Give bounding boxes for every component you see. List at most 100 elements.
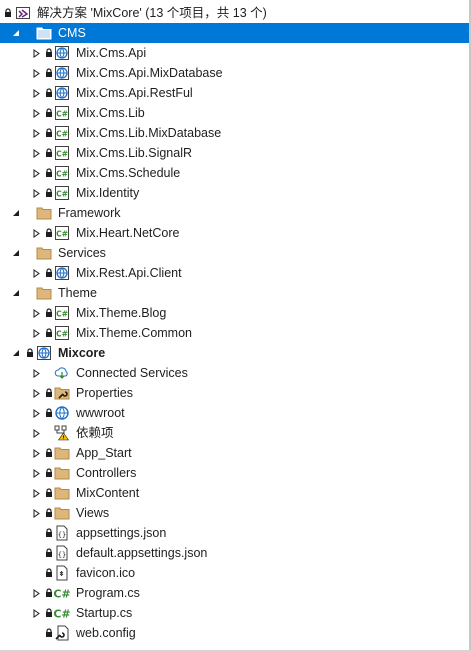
item-label: wwwroot bbox=[76, 406, 125, 420]
project-item[interactable]: C# Startup.cs bbox=[0, 603, 469, 623]
csharp-project-icon: C# bbox=[54, 223, 70, 243]
svg-text:C#: C# bbox=[56, 330, 68, 339]
project-node[interactable]: C# Mix.Cms.Schedule bbox=[0, 163, 469, 183]
folder-node-cms[interactable]: CMS bbox=[0, 23, 469, 43]
item-label: Connected Services bbox=[76, 366, 188, 380]
expand-arrow-icon[interactable] bbox=[30, 163, 42, 183]
lock-icon bbox=[45, 403, 53, 423]
project-label: Mixcore bbox=[58, 346, 106, 360]
project-node[interactable]: C# Mix.Cms.Lib.MixDatabase bbox=[0, 123, 469, 143]
json-file-icon: {} bbox=[54, 543, 70, 563]
lock-icon bbox=[4, 3, 12, 23]
item-label: Startup.cs bbox=[76, 606, 133, 620]
project-item[interactable]: wwwroot bbox=[0, 403, 469, 423]
folder-node-framework[interactable]: Framework bbox=[0, 203, 469, 223]
project-node[interactable]: C# Mix.Theme.Common bbox=[0, 323, 469, 343]
expand-arrow-icon[interactable] bbox=[30, 103, 42, 123]
expand-arrow-icon[interactable] bbox=[30, 323, 42, 343]
project-item[interactable]: Properties bbox=[0, 383, 469, 403]
expand-arrow-icon[interactable] bbox=[30, 383, 42, 403]
project-node[interactable]: Mix.Cms.Api.RestFul bbox=[0, 83, 469, 103]
project-item[interactable]: Views bbox=[0, 503, 469, 523]
project-node[interactable]: C# Mix.Heart.NetCore bbox=[0, 223, 469, 243]
expand-arrow-icon[interactable] bbox=[30, 183, 42, 203]
expand-arrow-icon[interactable] bbox=[30, 423, 42, 443]
web-project-icon bbox=[54, 83, 70, 103]
item-label: appsettings.json bbox=[76, 526, 167, 540]
project-node[interactable]: Mix.Rest.Api.Client bbox=[0, 263, 469, 283]
expand-arrow-icon[interactable] bbox=[30, 83, 42, 103]
project-node-mixcore[interactable]: Mixcore bbox=[0, 343, 469, 363]
solution-label: 解决方案 'MixCore' (13 个项目，共 13 个) bbox=[37, 6, 267, 20]
project-item[interactable]: favicon.ico bbox=[0, 563, 469, 583]
project-item[interactable]: App_Start bbox=[0, 443, 469, 463]
expand-arrow-icon[interactable] bbox=[30, 503, 42, 523]
project-node[interactable]: C# Mix.Cms.Lib bbox=[0, 103, 469, 123]
web-project-icon bbox=[36, 343, 52, 363]
expand-arrow-icon[interactable] bbox=[30, 43, 42, 63]
lock-icon bbox=[45, 443, 53, 463]
expand-arrow-icon[interactable] bbox=[30, 63, 42, 83]
lock-icon bbox=[45, 603, 53, 623]
project-node[interactable]: C# Mix.Cms.Lib.SignalR bbox=[0, 143, 469, 163]
expand-arrow-icon[interactable] bbox=[30, 483, 42, 503]
expand-arrow-icon[interactable] bbox=[30, 263, 42, 283]
expand-arrow-icon[interactable] bbox=[30, 303, 42, 323]
svg-text:C#: C# bbox=[56, 230, 68, 239]
project-item[interactable]: 依赖项 bbox=[0, 423, 469, 443]
collapse-arrow-icon[interactable] bbox=[10, 243, 22, 263]
expand-arrow-icon[interactable] bbox=[30, 463, 42, 483]
expand-arrow-icon[interactable] bbox=[30, 443, 42, 463]
project-item[interactable]: {} default.appsettings.json bbox=[0, 543, 469, 563]
collapse-arrow-icon[interactable] bbox=[10, 283, 22, 303]
folder-icon bbox=[54, 483, 70, 503]
expand-arrow-icon[interactable] bbox=[30, 603, 42, 623]
svg-text:{}: {} bbox=[58, 531, 66, 539]
expand-arrow-icon[interactable] bbox=[30, 123, 42, 143]
folder-node-theme[interactable]: Theme bbox=[0, 283, 469, 303]
web-project-icon bbox=[54, 263, 70, 283]
project-item[interactable]: Controllers bbox=[0, 463, 469, 483]
lock-icon bbox=[45, 143, 53, 163]
project-node[interactable]: Mix.Cms.Api.MixDatabase bbox=[0, 63, 469, 83]
csharp-project-icon: C# bbox=[54, 163, 70, 183]
expand-arrow-icon[interactable] bbox=[30, 403, 42, 423]
csharp-project-icon: C# bbox=[54, 103, 70, 123]
project-item[interactable]: MixContent bbox=[0, 483, 469, 503]
project-label: Mix.Cms.Lib.SignalR bbox=[76, 146, 193, 160]
collapse-arrow-icon[interactable] bbox=[10, 203, 22, 223]
project-item[interactable]: Connected Services bbox=[0, 363, 469, 383]
project-item[interactable]: C# Program.cs bbox=[0, 583, 469, 603]
project-node[interactable]: Mix.Cms.Api bbox=[0, 43, 469, 63]
lock-icon bbox=[45, 583, 53, 603]
project-label: Mix.Cms.Api.MixDatabase bbox=[76, 66, 223, 80]
collapse-arrow-icon[interactable] bbox=[10, 23, 22, 43]
folder-node-services[interactable]: Services bbox=[0, 243, 469, 263]
lock-icon bbox=[45, 383, 53, 403]
folder-icon bbox=[36, 23, 52, 43]
project-label: Mix.Cms.Schedule bbox=[76, 166, 181, 180]
project-label: Mix.Heart.NetCore bbox=[76, 226, 180, 240]
expand-arrow-icon[interactable] bbox=[30, 143, 42, 163]
svg-text:C#: C# bbox=[56, 150, 68, 159]
lock-icon bbox=[45, 63, 53, 83]
lock-icon bbox=[45, 183, 53, 203]
item-label: Properties bbox=[76, 386, 133, 400]
lock-icon bbox=[45, 523, 53, 543]
project-label: Mix.Cms.Api bbox=[76, 46, 147, 60]
project-node[interactable]: C# Mix.Identity bbox=[0, 183, 469, 203]
collapse-arrow-icon[interactable] bbox=[10, 343, 22, 363]
folder-icon bbox=[36, 203, 52, 223]
project-item[interactable]: {} appsettings.json bbox=[0, 523, 469, 543]
expand-arrow-icon[interactable] bbox=[30, 223, 42, 243]
expand-arrow-icon[interactable] bbox=[30, 583, 42, 603]
project-node[interactable]: C# Mix.Theme.Blog bbox=[0, 303, 469, 323]
project-label: Mix.Theme.Blog bbox=[76, 306, 167, 320]
folder-label: Theme bbox=[58, 286, 97, 300]
solution-node[interactable]: 解决方案 'MixCore' (13 个项目，共 13 个) bbox=[0, 3, 469, 23]
project-item[interactable]: web.config bbox=[0, 623, 469, 643]
expand-arrow-icon[interactable] bbox=[30, 363, 42, 383]
folder-icon bbox=[36, 283, 52, 303]
folder-icon bbox=[54, 443, 70, 463]
lock-icon bbox=[45, 483, 53, 503]
